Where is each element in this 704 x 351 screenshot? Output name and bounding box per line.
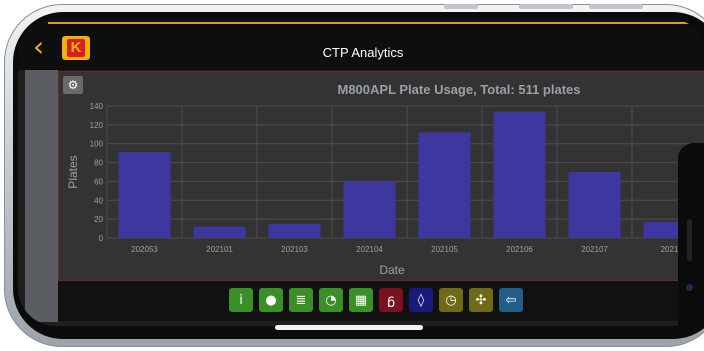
y-tick-label: 140 bbox=[90, 102, 104, 111]
y-tick-label: 20 bbox=[94, 215, 103, 224]
info-icon-glyph: i bbox=[239, 292, 243, 308]
y-axis-label: Plates bbox=[66, 155, 80, 188]
bar bbox=[418, 132, 471, 238]
x-tick-label: 2021 bbox=[661, 245, 679, 254]
calculator-icon-glyph: ▦ bbox=[354, 292, 368, 308]
thermometer-icon-glyph: ᵷ bbox=[386, 292, 396, 308]
x-tick-label: 202106 bbox=[506, 245, 533, 254]
x-tick-label: 202103 bbox=[281, 245, 308, 254]
bar-chart: 0 20 40 60 80 100 120 140 202053 202101 202103 2021… bbox=[66, 102, 704, 277]
y-tick-label: 80 bbox=[94, 159, 103, 168]
back-arrow-icon[interactable]: ⇦ bbox=[499, 288, 523, 312]
pie-chart-icon[interactable]: ◔ bbox=[319, 288, 343, 312]
bar bbox=[343, 181, 396, 238]
water-drop-icon[interactable]: ◊ bbox=[409, 288, 433, 312]
main-content: ⚙ M800APL Plate Usage, Total: 511 plates… bbox=[18, 70, 704, 326]
pie-chart-icon-glyph: ◔ bbox=[325, 292, 337, 308]
info-icon[interactable]: i bbox=[229, 288, 253, 312]
puzzle-icon[interactable]: ✣ bbox=[469, 288, 493, 312]
y-tick-label: 120 bbox=[90, 121, 104, 130]
list-icon-glyph: ≣ bbox=[295, 292, 307, 308]
side-strip bbox=[25, 70, 58, 322]
x-tick-label: 202101 bbox=[206, 245, 233, 254]
home-indicator[interactable] bbox=[275, 325, 423, 330]
power-button bbox=[589, 4, 643, 9]
bar bbox=[568, 172, 621, 238]
green-circle-icon-glyph: ● bbox=[265, 292, 277, 308]
y-tick-label: 100 bbox=[90, 140, 104, 149]
chart-panel: ⚙ M800APL Plate Usage, Total: 511 plates… bbox=[58, 71, 704, 281]
bar bbox=[118, 152, 171, 238]
top-bar: ‹ K CTP Analytics bbox=[18, 24, 704, 70]
bar bbox=[193, 226, 246, 238]
green-circle-icon[interactable]: ● bbox=[259, 288, 283, 312]
y-tick-label: 60 bbox=[94, 177, 103, 186]
calculator-icon[interactable]: ▦ bbox=[349, 288, 373, 312]
y-tick-label: 0 bbox=[99, 234, 104, 243]
gauge-icon-glyph: ◷ bbox=[445, 292, 457, 308]
puzzle-icon-glyph: ✣ bbox=[475, 292, 487, 308]
volume-button bbox=[444, 4, 478, 9]
app-title: CTP Analytics bbox=[322, 45, 404, 60]
thermometer-icon[interactable]: ᵷ bbox=[379, 288, 403, 312]
bar bbox=[493, 111, 546, 238]
x-tick-label: 202105 bbox=[431, 245, 458, 254]
volume-button bbox=[519, 4, 573, 9]
camera-icon bbox=[686, 284, 693, 291]
x-tick-label: 202053 bbox=[131, 245, 158, 254]
list-icon[interactable]: ≣ bbox=[289, 288, 313, 312]
x-tick-label: 202104 bbox=[356, 245, 383, 254]
x-tick-label: 202107 bbox=[581, 245, 608, 254]
bar bbox=[268, 223, 321, 238]
water-drop-icon-glyph: ◊ bbox=[417, 292, 425, 308]
gauge-icon[interactable]: ◷ bbox=[439, 288, 463, 312]
y-tick-label: 40 bbox=[94, 196, 103, 205]
x-axis-label: Date bbox=[379, 263, 405, 277]
app-screen: ‹ K CTP Analytics ⚙ M800APL Plate Usage,… bbox=[18, 19, 704, 326]
notch-speaker bbox=[687, 219, 692, 261]
back-arrow-icon-glyph: ⇦ bbox=[505, 292, 517, 308]
side-notch bbox=[678, 143, 704, 326]
bottom-toolbar: i ● ≣ ◔ ▦ ᵷ ◊ ◷ ✣ ⇦ bbox=[58, 280, 704, 321]
